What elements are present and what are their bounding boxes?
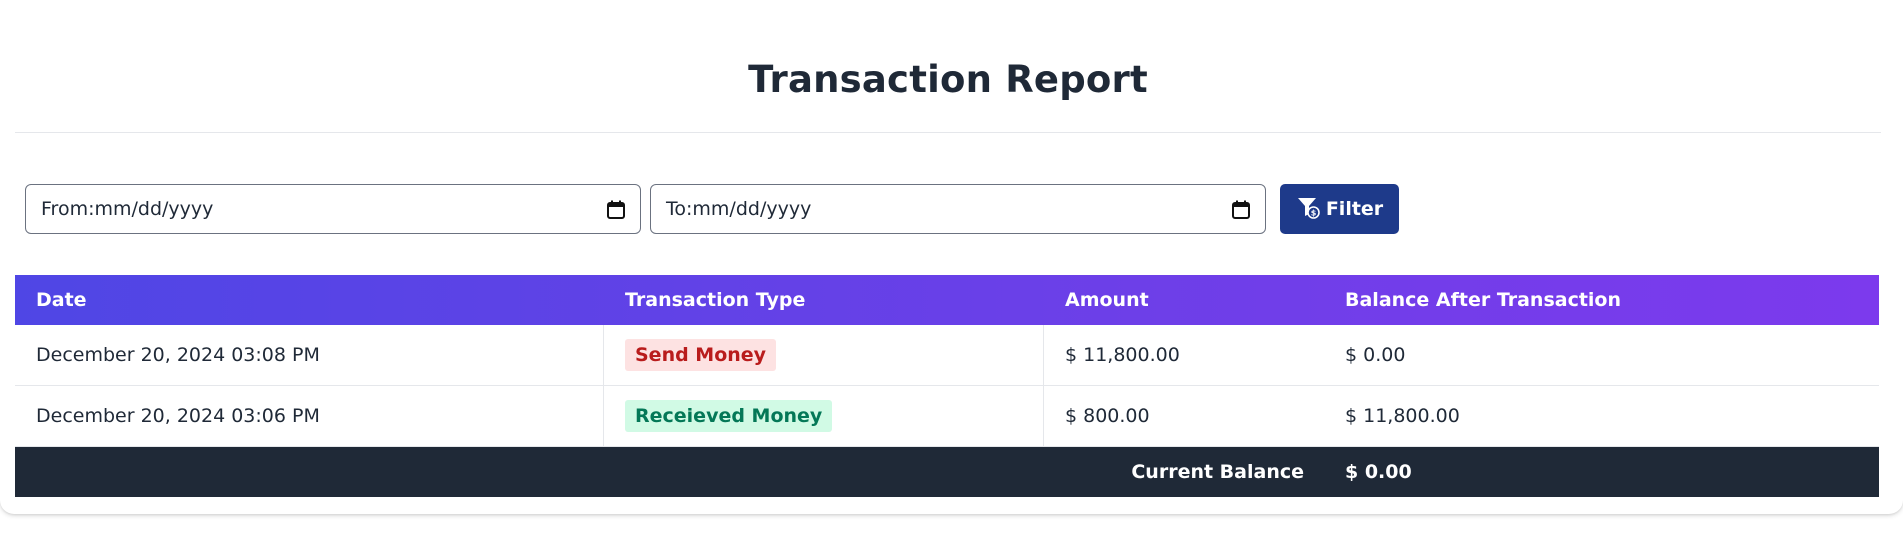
row-type: Receieved Money: [625, 386, 833, 446]
header-balance-after: Balance After Transaction: [1345, 289, 1622, 311]
table-header: Date Transaction Type Amount Balance Aft…: [15, 275, 1879, 325]
from-date-text: From:mm/dd/yyyy: [41, 198, 214, 220]
status-badge: Send Money: [625, 339, 777, 371]
row-amount: $ 800.00: [1065, 405, 1150, 427]
table-footer: Current Balance $ 0.00: [15, 447, 1879, 497]
row-balance: $ 0.00: [1345, 344, 1406, 366]
transactions-table: Date Transaction Type Amount Balance Aft…: [15, 275, 1879, 497]
page-title: Transaction Report: [748, 58, 1148, 101]
row-date: December 20, 2024 03:06 PM: [36, 405, 320, 427]
current-balance-label: Current Balance: [1131, 461, 1304, 483]
filter-dollar-icon: $: [1296, 195, 1320, 224]
calendar-icon[interactable]: [607, 200, 625, 219]
header-date: Date: [36, 289, 87, 311]
table-row: December 20, 2024 03:06 PM Receieved Mon…: [15, 386, 1879, 447]
calendar-icon[interactable]: [1232, 200, 1250, 219]
from-date-input[interactable]: From:mm/dd/yyyy: [25, 184, 641, 234]
filter-button-label: Filter: [1325, 198, 1384, 220]
row-amount: $ 11,800.00: [1065, 344, 1180, 366]
filter-button[interactable]: $ Filter: [1280, 184, 1399, 234]
row-date: December 20, 2024 03:08 PM: [36, 344, 320, 366]
header-amount: Amount: [1065, 289, 1149, 311]
status-badge: Receieved Money: [625, 400, 833, 432]
to-date-input[interactable]: To:mm/dd/yyyy: [650, 184, 1266, 234]
row-type: Send Money: [625, 325, 777, 385]
row-balance: $ 11,800.00: [1345, 405, 1460, 427]
header-transaction-type: Transaction Type: [625, 289, 806, 311]
to-date-text: To:mm/dd/yyyy: [666, 198, 812, 220]
title-divider: [15, 132, 1881, 133]
table-row: December 20, 2024 03:08 PM Send Money $ …: [15, 325, 1879, 386]
report-card: Transaction Report From:mm/dd/yyyy To:mm…: [0, 0, 1903, 514]
current-balance-value: $ 0.00: [1345, 461, 1412, 483]
svg-text:$: $: [1311, 208, 1317, 217]
